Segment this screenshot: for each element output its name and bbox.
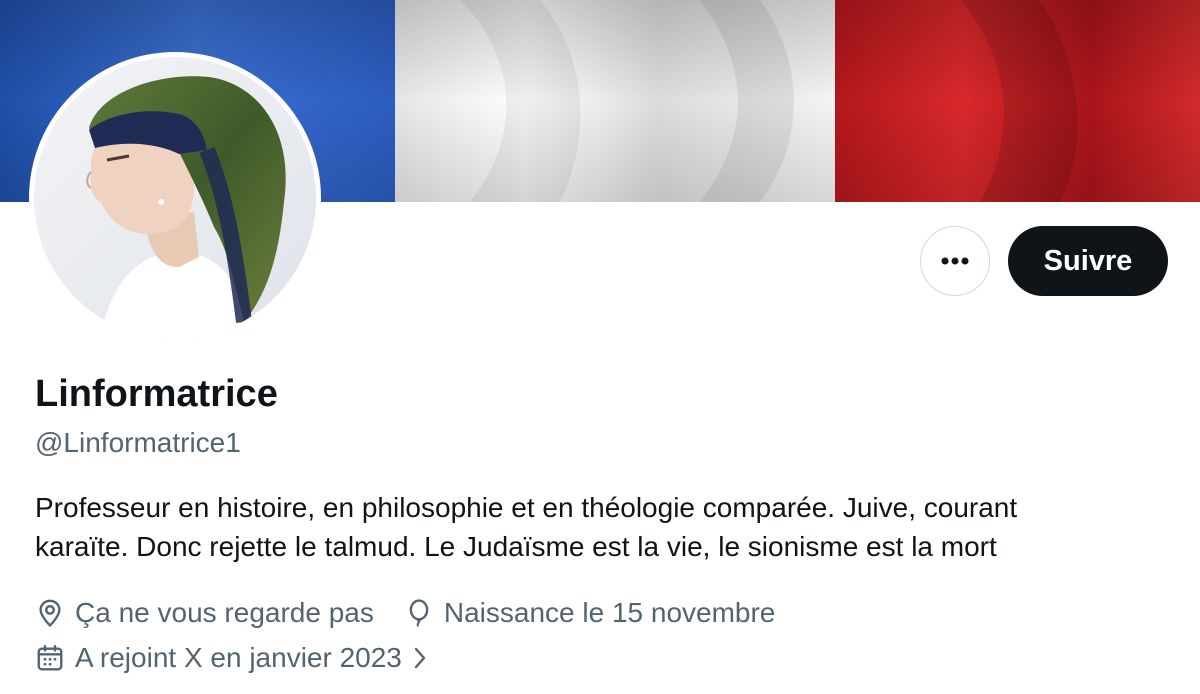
birthday-text: Naissance le 15 novembre xyxy=(443,597,776,628)
bio-line: Professeur en histoire, en philosophie e… xyxy=(35,492,1018,523)
profile-meta-row: A rejoint X en janvier 2023 xyxy=(35,640,428,676)
profile-meta-row: Ça ne vous regarde pas Naissance le 15 n… xyxy=(35,595,775,631)
location-pin-icon xyxy=(39,599,61,627)
follow-button[interactable]: Suivre xyxy=(1008,226,1168,296)
more-options-button[interactable] xyxy=(920,226,990,296)
chevron-right-icon xyxy=(414,647,426,669)
username-handle: @Linformatrice1 xyxy=(35,427,241,458)
more-horizontal-icon xyxy=(941,257,969,265)
bio-line: karaïte. Donc rejette le talmud. Le Juda… xyxy=(35,531,997,562)
display-name: Linformatrice xyxy=(35,373,278,415)
balloon-icon xyxy=(409,599,429,627)
avatar-photo xyxy=(34,57,316,339)
birthday-item: Naissance le 15 novembre xyxy=(404,595,776,631)
calendar-icon xyxy=(37,644,63,671)
joined-item[interactable]: A rejoint X en janvier 2023 xyxy=(35,640,428,676)
location-text: Ça ne vous regarde pas xyxy=(75,597,374,628)
location-item: Ça ne vous regarde pas xyxy=(35,595,374,631)
joined-text: A rejoint X en janvier 2023 xyxy=(75,642,402,673)
profile-avatar[interactable] xyxy=(29,52,321,344)
profile-bio: Professeur en histoire, en philosophie e… xyxy=(35,488,1175,566)
